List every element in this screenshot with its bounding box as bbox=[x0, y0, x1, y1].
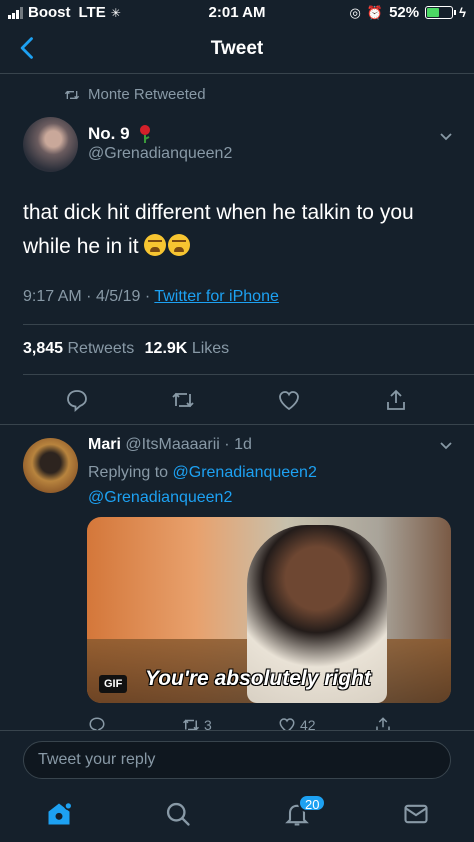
alarm-icon: ⏰ bbox=[366, 4, 384, 20]
reply-reply-button[interactable] bbox=[88, 716, 106, 730]
retweets-count: 3,845 bbox=[23, 340, 64, 357]
section-divider bbox=[0, 424, 474, 425]
tab-bar bbox=[0, 786, 474, 842]
tweet-meta: 9:17 AM · 4/5/19 · Twitter for iPhone bbox=[23, 288, 279, 306]
tweet-source-link[interactable]: Twitter for iPhone bbox=[154, 288, 279, 305]
retweets-stat[interactable]: 3,845 Retweets bbox=[23, 340, 134, 357]
reply-like-count: 42 bbox=[300, 717, 316, 730]
author-name[interactable]: No. 9 bbox=[88, 124, 154, 144]
likes-label: Likes bbox=[191, 340, 230, 357]
search-icon[interactable] bbox=[164, 800, 192, 828]
author-avatar[interactable] bbox=[23, 117, 78, 172]
battery-icon bbox=[425, 6, 457, 19]
status-bar: Boost LTE ✳ 2:01 AM ◎ ⏰ 52% ϟ bbox=[0, 0, 474, 24]
retweet-context-label: Monte Retweeted bbox=[88, 86, 206, 103]
reply-retweet-button[interactable]: 3 bbox=[182, 716, 212, 730]
meta-separator: · bbox=[144, 288, 155, 305]
reply-gif[interactable]: GIF You're absolutely right bbox=[87, 517, 451, 703]
notifications-badge: 20 bbox=[298, 794, 327, 812]
replying-to: Replying to @Grenadianqueen2 @Grenadianq… bbox=[88, 460, 458, 510]
replying-label: Replying to bbox=[88, 464, 169, 481]
messages-envelope-icon[interactable] bbox=[402, 800, 430, 828]
reply-action-bar: 3 42 bbox=[88, 716, 448, 730]
location-icon: ◎ bbox=[349, 4, 361, 20]
reply-composer-area: Tweet your reply bbox=[0, 730, 474, 786]
home-icon[interactable] bbox=[45, 800, 73, 828]
battery-fill bbox=[427, 8, 439, 17]
divider bbox=[23, 324, 474, 325]
meta-separator: · bbox=[86, 288, 96, 305]
gif-caption: You're absolutely right bbox=[145, 667, 371, 690]
nav-header: Tweet bbox=[0, 24, 474, 74]
gif-badge: GIF bbox=[99, 675, 128, 693]
tweet-text-line2: while he in it bbox=[23, 235, 139, 258]
weary-face-emoji-icon bbox=[144, 234, 167, 256]
replying-mention-link[interactable]: @Grenadianqueen2 bbox=[173, 464, 317, 481]
author-name-text: No. 9 bbox=[88, 124, 130, 143]
reply-icon[interactable] bbox=[65, 388, 89, 412]
weary-face-emoji-icon bbox=[168, 234, 191, 256]
retweet-context[interactable]: Monte Retweeted bbox=[64, 86, 206, 103]
reply-author-handle[interactable]: @ItsMaaaarii bbox=[125, 436, 220, 453]
divider bbox=[23, 374, 474, 375]
likes-count: 12.9K bbox=[144, 340, 188, 357]
tweet-time: 9:17 AM bbox=[23, 288, 82, 305]
tweet-date: 4/5/19 bbox=[95, 288, 141, 305]
retweets-label: Retweets bbox=[67, 340, 135, 357]
author-handle[interactable]: @Grenadianqueen2 bbox=[88, 145, 232, 163]
tweet-options-chevron-icon[interactable] bbox=[438, 129, 454, 145]
tweet-text-line1: that dick hit different when he talkin t… bbox=[23, 201, 414, 224]
reply-author-name[interactable]: Mari bbox=[88, 436, 121, 453]
share-icon bbox=[376, 717, 390, 730]
share-icon[interactable] bbox=[384, 388, 408, 412]
like-heart-icon[interactable] bbox=[277, 388, 301, 412]
meta-separator: · bbox=[219, 436, 235, 453]
battery-percent: 52% bbox=[389, 4, 420, 21]
reply-like-button[interactable]: 42 bbox=[278, 716, 316, 730]
reply-share-button[interactable] bbox=[374, 716, 392, 730]
rose-emoji-icon bbox=[139, 125, 150, 143]
composer-placeholder: Tweet your reply bbox=[38, 751, 156, 768]
like-heart-icon bbox=[279, 718, 295, 730]
tweet-text: that dick hit different when he talkin t… bbox=[23, 196, 453, 264]
charging-icon: ϟ bbox=[459, 5, 466, 20]
reply-icon bbox=[89, 717, 105, 730]
retweet-small-icon bbox=[64, 90, 80, 99]
tweet-stats: 3,845 Retweets 12.9K Likes bbox=[23, 340, 229, 358]
status-right: ◎ ⏰ 52% ϟ bbox=[350, 4, 466, 21]
likes-stat[interactable]: 12.9K Likes bbox=[145, 340, 230, 357]
reply-composer-input[interactable]: Tweet your reply bbox=[23, 741, 451, 779]
retweet-icon[interactable] bbox=[171, 388, 195, 412]
reply-retweet-count: 3 bbox=[204, 717, 212, 730]
reply-options-chevron-icon[interactable] bbox=[438, 438, 454, 454]
retweet-icon bbox=[182, 719, 200, 730]
reply-age: 1d bbox=[234, 436, 252, 453]
reply-header: Mari @ItsMaaaarii · 1d bbox=[88, 436, 252, 454]
replying-mention-link[interactable]: @Grenadianqueen2 bbox=[88, 489, 232, 506]
reply-author-avatar[interactable] bbox=[23, 438, 78, 493]
page-title: Tweet bbox=[210, 38, 264, 59]
